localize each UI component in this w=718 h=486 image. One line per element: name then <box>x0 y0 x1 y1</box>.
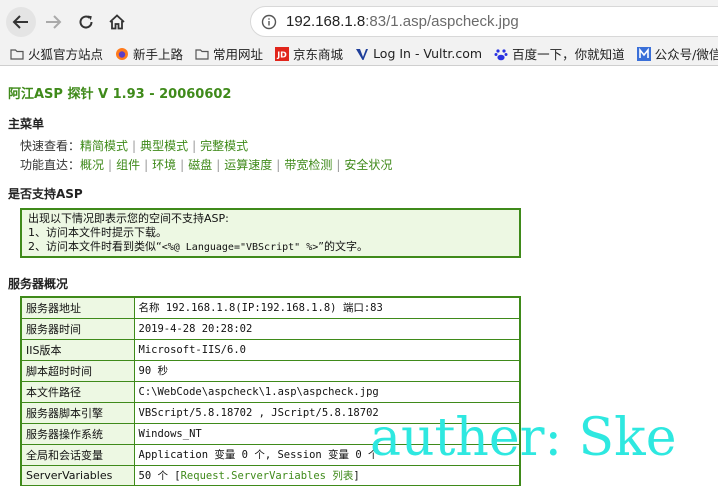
arrow-right-icon <box>46 15 62 29</box>
back-button[interactable] <box>6 7 36 37</box>
link-environment[interactable]: 环境 <box>152 158 176 172</box>
url-path: :83/1.asp/aspcheck.jpg <box>365 13 519 30</box>
table-row: 服务器地址 名称 192.168.1.8(IP:192.168.1.8) 端口:8… <box>20 296 521 319</box>
link-typical-mode[interactable]: 典型模式 <box>140 139 188 153</box>
value-text: ] <box>353 469 360 482</box>
firefox-icon <box>116 47 129 60</box>
table-value: Microsoft-IIS/6.0 <box>133 338 521 361</box>
separator: | <box>132 139 137 153</box>
m-icon <box>636 46 651 61</box>
bookmark-label: 新手上路 <box>133 47 184 62</box>
separator: | <box>216 158 221 172</box>
folder-icon <box>10 48 24 60</box>
separator: | <box>144 158 149 172</box>
table-row: ServerVariables 50 个 [Request.ServerVaria… <box>20 464 521 486</box>
table-value: 50 个 [Request.ServerVariables 列表] <box>133 464 521 486</box>
bookmark-label: 公众号/微信 <box>654 47 718 62</box>
bookmark-common-sites[interactable]: 常用网址 <box>195 44 263 63</box>
main-menu-heading: 主菜单 <box>8 117 45 131</box>
link-compute-speed[interactable]: 运算速度 <box>224 158 272 172</box>
link-simple-mode[interactable]: 精简模式 <box>80 139 128 153</box>
notice-text: 2、访问本文件时看到类似“ <box>28 240 162 253</box>
server-overview-heading: 服务器概况 <box>8 277 69 291</box>
separator: | <box>276 158 281 172</box>
table-row: IIS版本 Microsoft-IIS/6.0 <box>20 338 521 361</box>
link-bandwidth-test[interactable]: 带宽检测 <box>284 158 332 172</box>
notice-line: 出现以下情况即表示您的空间不支持ASP: <box>28 212 229 225</box>
url-text: 192.168.1.8:83/1.asp/aspcheck.jpg <box>286 13 519 30</box>
address-bar[interactable]: 192.168.1.8:83/1.asp/aspcheck.jpg <box>250 6 718 37</box>
link-full-mode[interactable]: 完整模式 <box>200 139 248 153</box>
table-row: 本文件路径 C:\WebCode\aspcheck\1.asp\aspcheck.… <box>20 380 521 403</box>
vultr-icon <box>356 48 369 60</box>
server-variables-link[interactable]: Request.ServerVariables 列表 <box>181 470 354 482</box>
bookmark-wechat-account[interactable]: 公众号/微信 <box>636 44 718 63</box>
quick-view-row: 快速查看：精简模式 | 典型模式 | 完整模式 <box>20 137 248 154</box>
link-components[interactable]: 组件 <box>116 158 140 172</box>
table-key: 全局和会话变量 <box>20 443 135 466</box>
url-host: 192.168.1.8 <box>286 13 366 30</box>
quick-view-label: 快速查看： <box>20 139 81 153</box>
table-value: 2019-4-28 20:28:02 <box>133 317 521 340</box>
home-icon <box>109 14 125 30</box>
forward-button[interactable] <box>38 7 68 37</box>
reload-button[interactable] <box>71 7 101 37</box>
asp-support-notice: 出现以下情况即表示您的空间不支持ASP: 1、访问本文件时提示下载。 2、访问本… <box>20 208 521 258</box>
bookmark-label: Log In - Vultr.com <box>373 46 483 61</box>
nav-label: 功能直达： <box>20 158 81 172</box>
notice-line: 2、访问本文件时看到类似“<%@ Language="VBScript" %>”… <box>28 240 513 255</box>
bookmark-label: 火狐官方站点 <box>28 47 104 62</box>
table-key: 服务器时间 <box>20 317 135 340</box>
page-content: 阿江ASP 探针 V 1.93 - 20060602 主菜单 快速查看：精简模式… <box>0 67 718 486</box>
nav-row: 功能直达：概况 | 组件 | 环境 | 磁盘 | 运算速度 | 带宽检测 | 安全状况 <box>20 156 392 173</box>
jd-icon: JD <box>275 46 290 61</box>
table-key: ServerVariables <box>20 464 135 486</box>
info-icon[interactable] <box>261 14 277 30</box>
link-overview[interactable]: 概况 <box>80 158 104 172</box>
link-disk[interactable]: 磁盘 <box>188 158 212 172</box>
separator: | <box>192 139 197 153</box>
notice-text: ”的文字。 <box>318 240 368 253</box>
table-value: C:\WebCode\aspcheck\1.asp\aspcheck.jpg <box>133 380 521 403</box>
separator: | <box>108 158 113 172</box>
home-button[interactable] <box>102 7 132 37</box>
table-key: 本文件路径 <box>20 380 135 403</box>
bookmark-label: 京东商城 <box>293 47 344 62</box>
table-key: IIS版本 <box>20 338 135 361</box>
notice-line: 1、访问本文件时提示下载。 <box>28 226 167 239</box>
table-row: 服务器时间 2019-4-28 20:28:02 <box>20 317 521 340</box>
table-value: 90 秒 <box>133 359 521 382</box>
bookmark-vultr[interactable]: Log In - Vultr.com <box>355 46 482 61</box>
bookmark-jd[interactable]: JD 京东商城 <box>275 44 343 63</box>
watermark-text: auther: Ske <box>370 408 677 468</box>
table-key: 脚本超时时间 <box>20 359 135 382</box>
baidu-icon <box>494 48 508 60</box>
table-key: 服务器地址 <box>20 296 135 319</box>
browser-toolbar: 192.168.1.8:83/1.asp/aspcheck.jpg <box>0 0 718 42</box>
bookmark-label: 百度一下，你就知道 <box>512 47 625 62</box>
asp-support-heading: 是否支持ASP <box>8 187 83 201</box>
value-text: 50 个 [ <box>138 469 181 482</box>
table-key: 服务器操作系统 <box>20 422 135 445</box>
notice-code: <%@ Language="VBScript" %> <box>161 242 319 253</box>
table-key: 服务器脚本引擎 <box>20 401 135 424</box>
reload-icon <box>79 15 93 29</box>
svg-text:JD: JD <box>276 50 287 59</box>
arrow-left-icon <box>12 15 28 29</box>
bookmark-label: 常用网址 <box>213 47 264 62</box>
separator: | <box>336 158 341 172</box>
link-security-status[interactable]: 安全状况 <box>344 158 392 172</box>
bookmark-firefox-official[interactable]: 火狐官方站点 <box>10 44 103 63</box>
page-title: 阿江ASP 探针 V 1.93 - 20060602 <box>8 87 232 102</box>
folder-icon <box>195 48 209 60</box>
bookmark-baidu[interactable]: 百度一下，你就知道 <box>494 44 625 63</box>
bookmark-getting-started[interactable]: 新手上路 <box>115 44 183 63</box>
bookmarks-bar: 火狐官方站点 新手上路 常用网址 JD 京东商城 Log In - Vultr.… <box>0 42 718 66</box>
separator: | <box>180 158 185 172</box>
table-row: 脚本超时时间 90 秒 <box>20 359 521 382</box>
table-value: 名称 192.168.1.8(IP:192.168.1.8) 端口:83 <box>133 296 521 319</box>
